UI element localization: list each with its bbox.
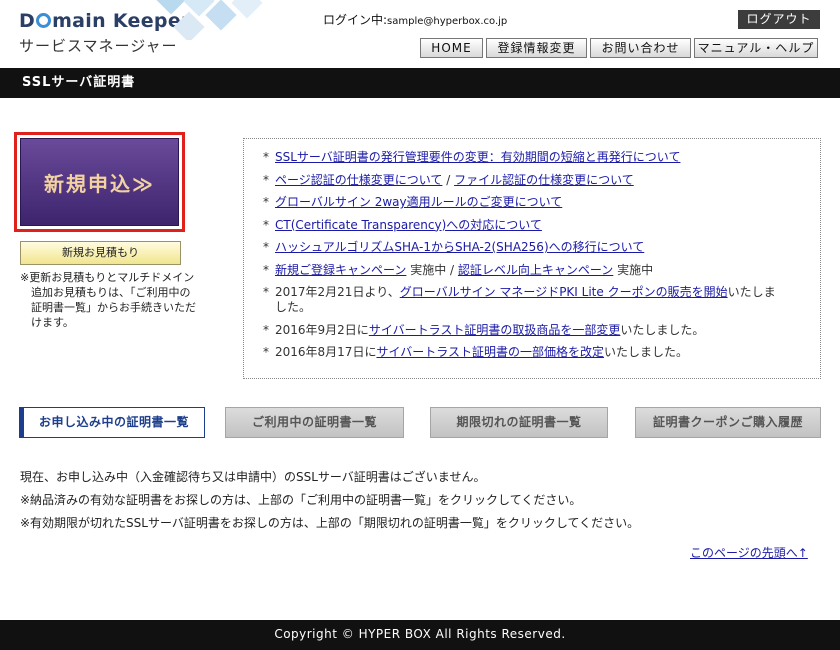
news-link[interactable]: サイバートラスト証明書の一部価格を改定	[376, 345, 604, 359]
nav-account-settings[interactable]: 登録情報変更	[486, 38, 587, 58]
news-link[interactable]: ファイル認証の仕様変更について	[454, 173, 634, 187]
news-link[interactable]: CT(Certificate Transparency)への対応について	[275, 218, 542, 232]
certificate-tabs: お申し込み中の証明書一覧 ご利用中の証明書一覧 期限切れの証明書一覧 証明書クー…	[19, 407, 821, 439]
header: Dmain Keeper サービスマネージャー ログイン中:sample@hyp…	[0, 0, 840, 68]
apply-button-highlight: 新規申込≫	[14, 132, 185, 232]
footer: Copyright © HYPER BOX All Rights Reserve…	[0, 620, 840, 650]
news-item: * 新規ご登録キャンペーン 実施中 / 認証レベル向上キャンペーン 実施中	[263, 262, 654, 277]
status-message: ※納品済みの有効な証明書をお探しの方は、上部の「ご利用中の証明書一覧」をクリック…	[20, 493, 582, 507]
news-box: * SSLサーバ証明書の発行管理要件の変更：有効期間の短縮と再発行について * …	[243, 138, 821, 379]
tab-active-certificates[interactable]: ご利用中の証明書一覧	[225, 407, 404, 438]
news-link[interactable]: ページ認証の仕様変更について	[275, 173, 442, 187]
news-link[interactable]: SSLサーバ証明書の発行管理要件の変更：有効期間の短縮と再発行について	[275, 150, 680, 164]
nav-manual-help[interactable]: マニュアル・ヘルプ	[694, 38, 818, 58]
back-to-top-link[interactable]: このページの先頭へ↑	[690, 544, 808, 561]
page-title: SSLサーバ証明書	[0, 68, 840, 98]
tab-pending-certificates[interactable]: お申し込み中の証明書一覧	[19, 407, 205, 438]
login-email: sample@hyperbox.co.jp	[387, 16, 508, 27]
news-item: * グローバルサイン 2way適用ルールのご変更について	[263, 195, 563, 209]
status-message: ※有効期限が切れたSSLサーバ証明書をお探しの方は、上部の「期限切れの証明書一覧…	[20, 516, 640, 530]
news-item: * ページ認証の仕様変更について / ファイル認証の仕様変更について	[263, 172, 634, 187]
login-status: ログイン中:sample@hyperbox.co.jp	[323, 13, 508, 27]
logout-button[interactable]: ログアウト	[738, 10, 820, 29]
status-message: 現在、お申し込み中（入金確認待ち又は申請中）のSSLサーバ証明書はございません。	[20, 470, 486, 484]
news-item: * ハッシュアルゴリズムSHA-1からSHA-2(SHA256)への移行について	[263, 240, 645, 254]
news-item: * 2016年9月2日にサイバートラスト証明書の取扱商品を一部変更いたしました。	[263, 322, 705, 337]
news-link[interactable]: サイバートラスト証明書の取扱商品を一部変更	[369, 323, 621, 337]
nav-home[interactable]: HOME	[420, 38, 483, 58]
news-link[interactable]: 新規ご登録キャンペーン	[275, 263, 406, 277]
header-decoration	[150, 0, 280, 40]
new-estimate-button[interactable]: 新規お見積もり	[20, 241, 181, 265]
new-application-button[interactable]: 新規申込≫	[20, 138, 179, 226]
nav-contact[interactable]: お問い合わせ	[590, 38, 691, 58]
news-item: * 2017年2月21日より、グローバルサイン マネージドPKI Lite クー…	[263, 285, 776, 314]
news-link[interactable]: ハッシュアルゴリズムSHA-1からSHA-2(SHA256)への移行について	[275, 240, 644, 254]
logo-circle-icon	[36, 13, 52, 28]
tab-expired-certificates[interactable]: 期限切れの証明書一覧	[430, 407, 608, 438]
news-link[interactable]: グローバルサイン 2way適用ルールのご変更について	[275, 195, 562, 209]
top-navigation: HOME 登録情報変更 お問い合わせ マニュアル・ヘルプ	[420, 38, 818, 58]
news-link[interactable]: グローバルサイン マネージドPKI Lite クーポンの販売を開始	[400, 285, 728, 299]
estimate-note: ※更新お見積もりとマルチドメイン追加お見積もりは、「ご利用中の証明書一覧」からお…	[20, 271, 196, 329]
news-item: * SSLサーバ証明書の発行管理要件の変更：有効期間の短縮と再発行について	[263, 150, 681, 164]
news-item: * CT(Certificate Transparency)への対応について	[263, 217, 542, 232]
news-item: * 2016年8月17日にサイバートラスト証明書の一部価格を改定いたしました。	[263, 345, 688, 359]
status-messages: 現在、お申し込み中（入金確認待ち又は申請中）のSSLサーバ証明書はございません。…	[20, 466, 639, 535]
news-link[interactable]: 認証レベル向上キャンペーン	[458, 263, 613, 277]
tab-coupon-history[interactable]: 証明書クーポンご購入履歴	[635, 407, 821, 438]
